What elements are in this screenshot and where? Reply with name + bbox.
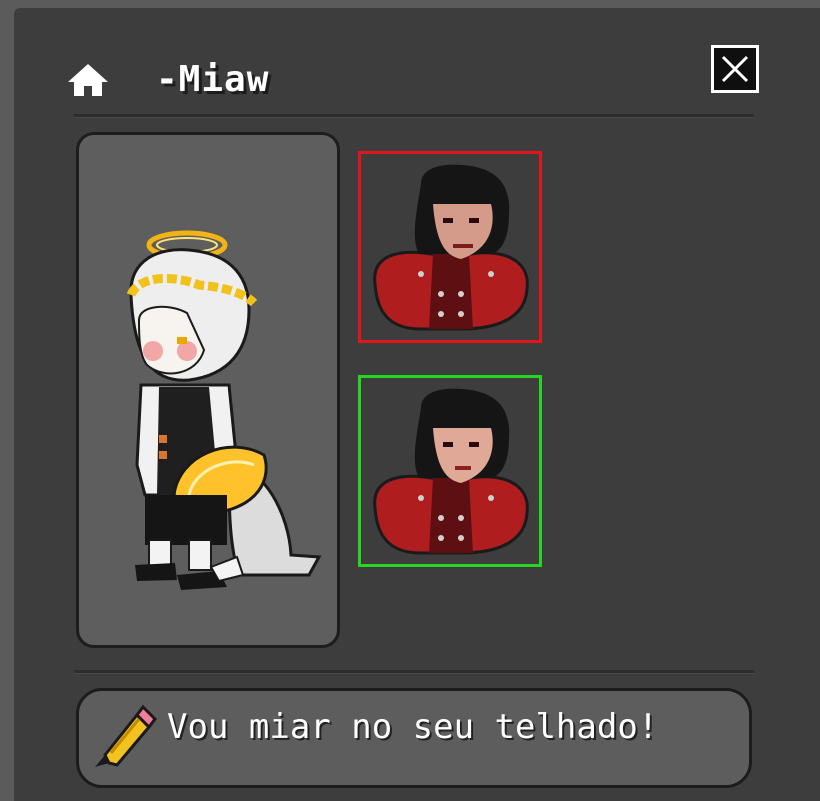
username-title: -Miaw (156, 59, 270, 100)
look-option-2[interactable] (358, 375, 542, 567)
motto-field[interactable]: Vou miar no seu telhado! (76, 688, 752, 788)
look-option-1[interactable] (358, 151, 542, 343)
close-icon (721, 55, 749, 83)
motto-text: Vou miar no seu telhado! (167, 707, 659, 747)
look-head-red-outfit (373, 388, 529, 555)
footer-divider (74, 670, 754, 674)
avatar-figure-box (76, 132, 340, 648)
close-button[interactable] (711, 45, 759, 93)
avatar-figure (126, 230, 322, 590)
pencil-icon (95, 704, 157, 767)
header-divider (74, 114, 754, 118)
look-head-red-outfit (373, 164, 529, 331)
home-icon[interactable] (66, 62, 110, 98)
